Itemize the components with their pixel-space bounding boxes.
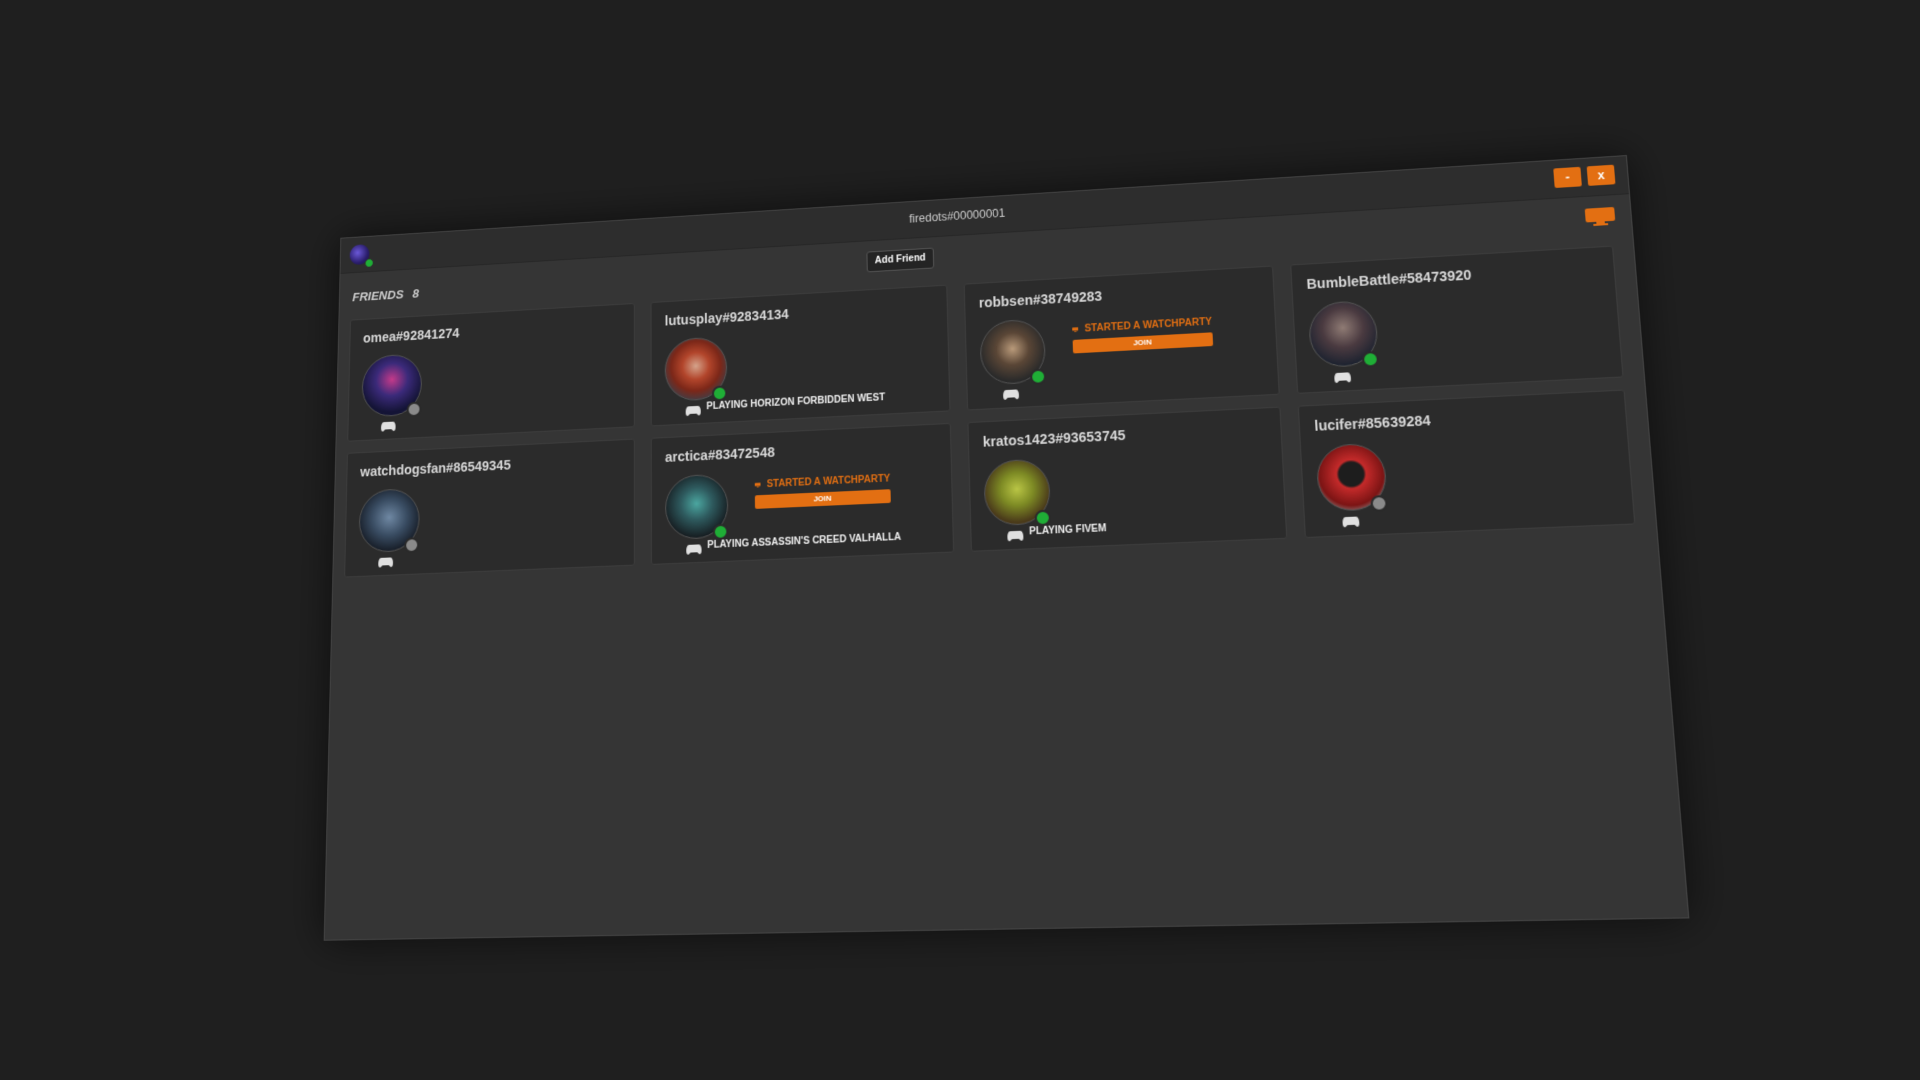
friends-grid: omea#92841274 lutusplay#92834134 PLAYING…: [344, 245, 1636, 578]
status-indicator: [712, 385, 728, 402]
friend-card[interactable]: BumbleBattle#58473920: [1290, 245, 1624, 394]
watchparty-label: STARTED A WATCHPARTY: [754, 473, 891, 491]
watchparty-text: STARTED A WATCHPARTY: [766, 473, 891, 490]
status-indicator: [1370, 494, 1388, 512]
friend-name: BumbleBattle#58473920: [1306, 266, 1472, 292]
friend-name: arctica#83472548: [664, 444, 775, 465]
activity-text: PLAYING FIVEM: [1029, 523, 1107, 538]
friend-card[interactable]: arctica#83472548 STARTED A WATCHPARTY JO…: [650, 422, 955, 565]
friend-card[interactable]: lutusplay#92834134 PLAYING HORIZON FORBI…: [650, 284, 951, 427]
controller-icon: [685, 405, 701, 417]
self-status-indicator: [364, 258, 374, 268]
friends-label: FRIENDS: [352, 287, 404, 305]
close-button[interactable]: x: [1586, 164, 1616, 186]
activity-text: PLAYING HORIZON FORBIDDEN WEST: [706, 392, 886, 413]
friend-name: lucifer#85639284: [1313, 412, 1432, 434]
add-friend-button[interactable]: Add Friend: [866, 247, 935, 273]
join-button[interactable]: JOIN: [1072, 332, 1214, 354]
status-indicator: [712, 523, 729, 540]
tv-icon: [754, 482, 761, 488]
stage: firedots#00000001 - x Add Friend FRIENDS…: [0, 0, 1920, 1080]
friends-header: FRIENDS 8: [352, 286, 419, 304]
minimize-button[interactable]: -: [1553, 166, 1582, 189]
friend-card[interactable]: robbsen#38749283 STARTED A WATCHPARTY JO…: [963, 265, 1280, 411]
status-indicator: [1361, 350, 1380, 368]
window-title: firedots#00000001: [909, 206, 1006, 226]
status-indicator: [406, 401, 422, 418]
status-indicator: [404, 537, 420, 554]
controller-icon: [1334, 372, 1352, 384]
watchparty-notice: STARTED A WATCHPARTY JOIN: [754, 473, 891, 509]
controller-icon: [686, 544, 702, 555]
friends-window: firedots#00000001 - x Add Friend FRIENDS…: [323, 155, 1690, 941]
friend-name: watchdogsfan#86549345: [360, 457, 511, 480]
friend-card[interactable]: lucifer#85639284: [1297, 389, 1636, 539]
controller-icon: [380, 421, 396, 432]
tv-icon: [1072, 327, 1079, 332]
friend-name: kratos1423#93653745: [982, 427, 1126, 450]
join-button[interactable]: JOIN: [754, 489, 891, 509]
controller-icon: [1007, 530, 1024, 542]
watchparty-notice: STARTED A WATCHPARTY JOIN: [1072, 317, 1214, 354]
friend-card[interactable]: kratos1423#93653745 PLAYING FIVEM: [967, 406, 1288, 552]
activity-text: PLAYING ASSASSIN'S CREED VALHALLA: [707, 531, 902, 551]
watchparty-label: STARTED A WATCHPARTY: [1072, 317, 1212, 335]
friends-count: 8: [412, 286, 420, 301]
friend-name: omea#92841274: [362, 325, 460, 346]
watchparty-text: STARTED A WATCHPARTY: [1084, 316, 1213, 335]
friend-card[interactable]: omea#92841274: [347, 303, 635, 442]
friend-name: robbsen#38749283: [978, 288, 1103, 311]
status-indicator: [1030, 368, 1047, 385]
tv-icon[interactable]: [1584, 206, 1617, 228]
friend-name: lutusplay#92834134: [664, 306, 789, 329]
friend-card[interactable]: watchdogsfan#86549345: [344, 438, 635, 578]
status-indicator: [1034, 509, 1052, 527]
controller-icon: [378, 557, 394, 568]
controller-icon: [1342, 516, 1360, 528]
controller-icon: [1002, 389, 1020, 400]
